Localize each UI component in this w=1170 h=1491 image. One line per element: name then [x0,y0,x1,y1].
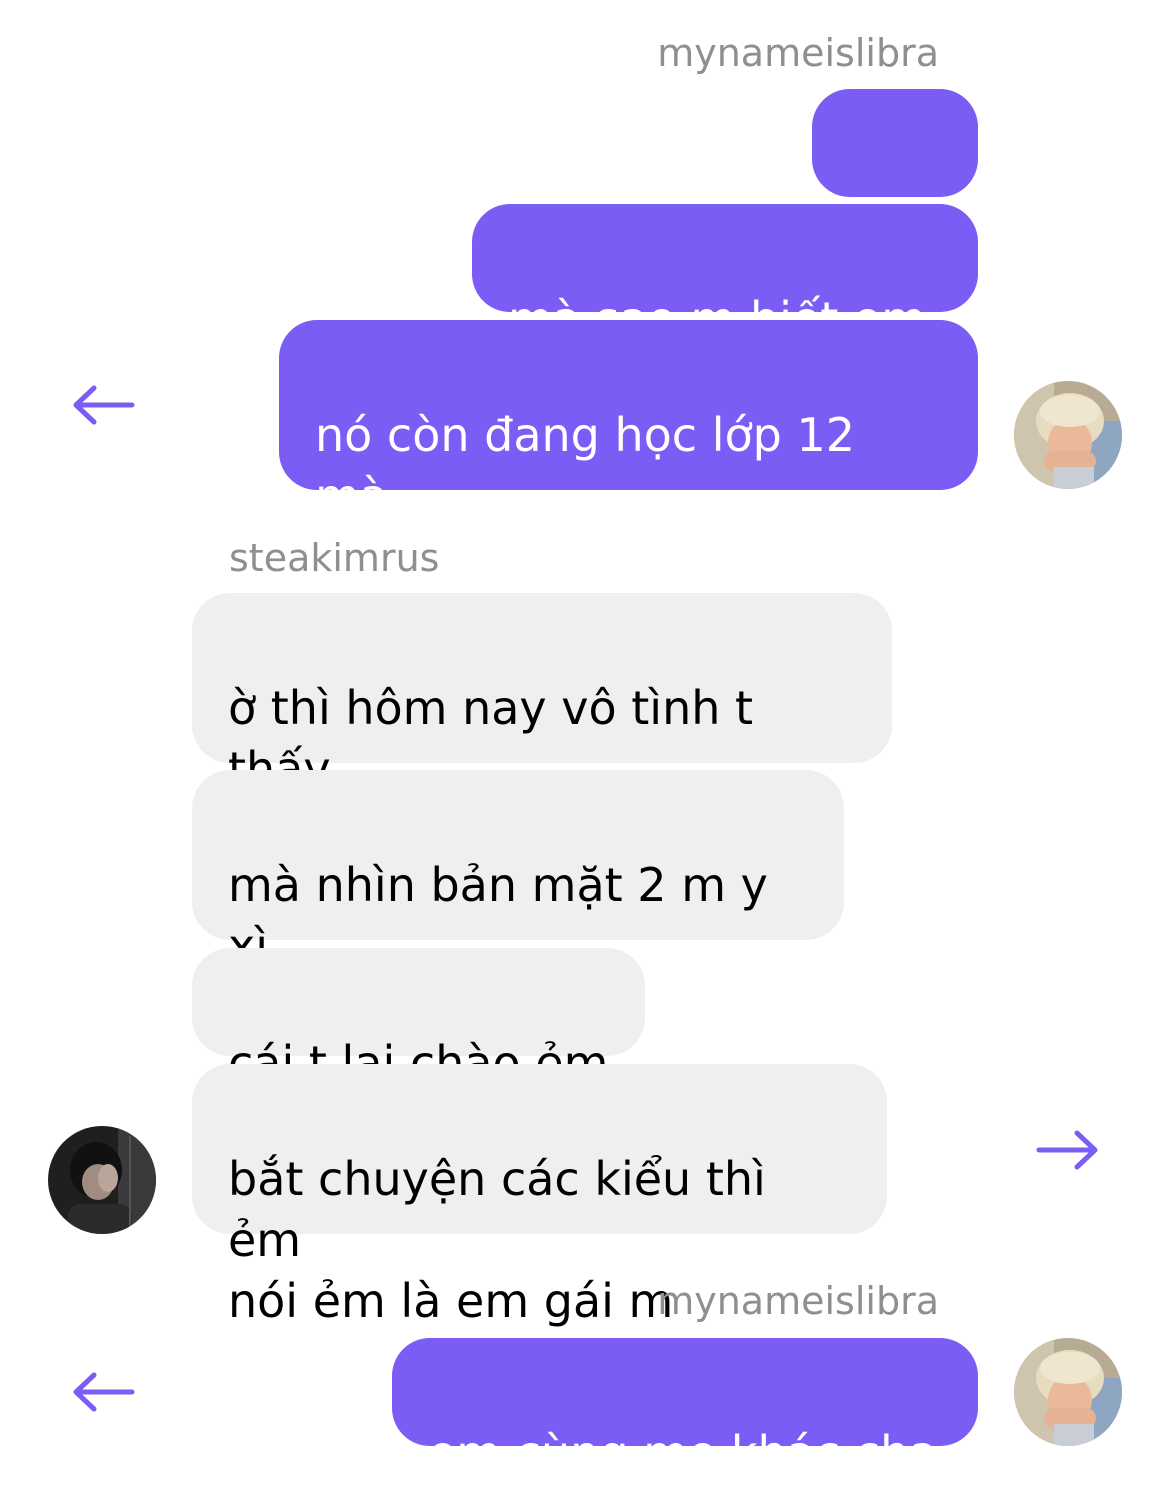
message-bubble[interactable]: ờ thì hôm nay vô tình t thấy ẻm đi đưa đ… [192,593,892,857]
message-bubble[interactable]: em cùng mẹ khác cha [392,1338,978,1480]
message-bubble[interactable]: bắt chuyện các kiểu thì ẻm nói ẻm là em … [192,1064,887,1328]
arrow-left-icon[interactable] [70,385,136,425]
avatar[interactable] [48,1126,156,1234]
message-bubble[interactable]: ? [812,89,978,285]
avatar[interactable] [1014,1338,1122,1446]
message-bubble[interactable]: nó còn đang học lớp 12 mà =)) [279,320,978,584]
arrow-right-icon[interactable] [1035,1130,1101,1170]
message-bubble[interactable]: mà nhìn bản mặt 2 m y xì nhau mà [192,770,844,1034]
message-bubble[interactable]: mà sao m biết em t [472,204,978,407]
message-bubble[interactable]: cái t lại chào ẻm [192,948,645,1090]
sender-name: mynameislibra [657,31,939,75]
sender-name: steakimrus [229,536,440,580]
chat-transcript: mynameislibra ? mà sao m [0,0,1170,1491]
arrow-left-icon[interactable] [70,1372,136,1412]
sender-name: mynameislibra [657,1279,939,1323]
message-text: em cùng mẹ khác cha [428,1426,938,1480]
avatar[interactable] [1014,381,1122,489]
